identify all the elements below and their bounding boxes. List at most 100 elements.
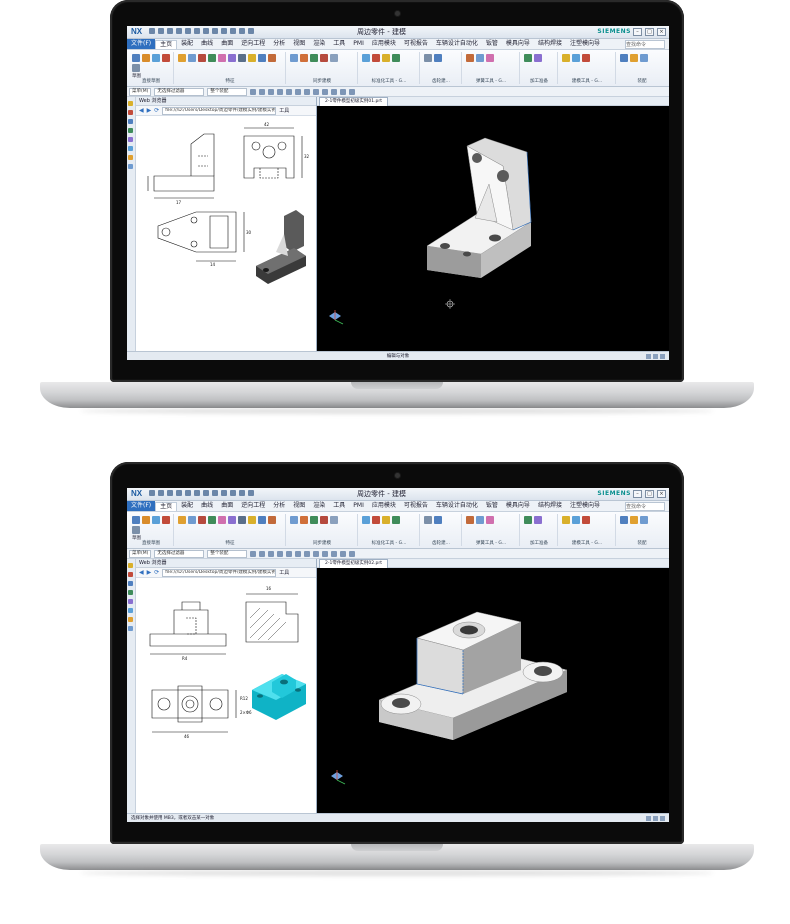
snap-icon[interactable] <box>304 550 311 557</box>
pattern-icon[interactable] <box>198 516 206 524</box>
stock-icon[interactable] <box>524 54 532 62</box>
unite-icon[interactable] <box>208 54 216 62</box>
tab-reverse-engineering[interactable]: 逆向工程 <box>237 501 269 511</box>
tab-assembly[interactable]: 装配 <box>177 39 197 49</box>
trim-icon[interactable] <box>268 54 276 62</box>
tab-surface[interactable]: 曲面 <box>217 39 237 49</box>
tab-view[interactable]: 视图 <box>289 501 309 511</box>
tab-analysis[interactable]: 分析 <box>269 39 289 49</box>
tab-analysis[interactable]: 分析 <box>269 501 289 511</box>
blank-icon[interactable] <box>534 54 542 62</box>
part-tab[interactable]: 2-1零件模型初级实例02.prt <box>319 559 388 568</box>
tab-surface[interactable]: 曲面 <box>217 501 237 511</box>
system-scenes-icon[interactable] <box>128 626 133 631</box>
point-icon[interactable] <box>132 64 140 72</box>
system-scenes-icon[interactable] <box>128 164 133 169</box>
mirror-icon[interactable] <box>582 54 590 62</box>
snap-icon[interactable] <box>340 88 347 95</box>
extrude-icon[interactable] <box>178 54 186 62</box>
snap-icon[interactable] <box>268 88 275 95</box>
constraint-navigator-icon[interactable] <box>128 110 133 115</box>
forward-icon[interactable]: ▶ <box>147 106 152 115</box>
snap-icon[interactable] <box>349 88 356 95</box>
replace-face-icon[interactable] <box>310 54 318 62</box>
draft-icon[interactable] <box>238 516 246 524</box>
assembly-navigator-icon[interactable] <box>128 563 133 568</box>
gear-mesh-icon[interactable] <box>434 516 442 524</box>
tab-tools[interactable]: 工具 <box>329 39 349 49</box>
washer-icon[interactable] <box>382 54 390 62</box>
url-field[interactable]: file:///D:/Users/Desktop/周边零件/建模实例/建模实例0… <box>162 568 277 577</box>
washer-icon[interactable] <box>382 516 390 524</box>
chamfer-icon[interactable] <box>228 516 236 524</box>
curve-icon[interactable] <box>142 54 150 62</box>
tab-visual-report[interactable]: 可视报告 <box>400 39 432 49</box>
spring-icon[interactable] <box>466 516 474 524</box>
unite-icon[interactable] <box>208 516 216 524</box>
tab-injection-mold[interactable]: 注塑模向导 <box>566 501 604 511</box>
snap-icon[interactable] <box>277 88 284 95</box>
pattern-icon[interactable] <box>198 54 206 62</box>
edge-blend-icon[interactable] <box>218 516 226 524</box>
close-button[interactable]: × <box>657 28 666 36</box>
datum-icon[interactable] <box>258 516 266 524</box>
graphics-viewport[interactable] <box>317 106 669 351</box>
sketch-icon[interactable] <box>132 516 140 524</box>
more-icon[interactable] <box>330 516 338 524</box>
tab-curve[interactable]: 曲线 <box>197 39 217 49</box>
offset-region-icon[interactable] <box>300 54 308 62</box>
shell-icon[interactable] <box>248 516 256 524</box>
part-navigator-icon[interactable] <box>128 119 133 124</box>
add-component-icon[interactable] <box>620 516 628 524</box>
tools-menu[interactable]: 工具 <box>279 569 289 576</box>
web-browser-icon[interactable] <box>128 608 133 613</box>
back-icon[interactable]: ◀ <box>139 568 144 577</box>
menu-dropdown[interactable]: 菜单(M) <box>129 549 152 558</box>
refresh-icon[interactable]: ⟳ <box>154 106 159 115</box>
point-icon[interactable] <box>132 526 140 534</box>
nut-icon[interactable] <box>372 54 380 62</box>
hole-icon[interactable] <box>188 54 196 62</box>
menu-file[interactable]: 文件(F) <box>127 501 156 511</box>
tab-application[interactable]: 应用模块 <box>368 39 400 49</box>
delete-face-icon[interactable] <box>320 516 328 524</box>
draft-icon[interactable] <box>238 54 246 62</box>
snap-icon[interactable] <box>349 550 356 557</box>
pin-icon[interactable] <box>392 54 400 62</box>
trim-icon[interactable] <box>268 516 276 524</box>
command-search-input[interactable]: 查找命令 <box>625 40 665 49</box>
minimize-button[interactable]: – <box>633 490 642 498</box>
tab-sheet-tube[interactable]: 钣管 <box>482 39 502 49</box>
tab-pmi[interactable]: PMI <box>349 501 368 511</box>
pin-icon[interactable] <box>392 516 400 524</box>
snap-icon[interactable] <box>322 550 329 557</box>
back-icon[interactable]: ◀ <box>139 106 144 115</box>
arc-icon[interactable] <box>162 516 170 524</box>
chamfer-icon[interactable] <box>228 54 236 62</box>
snap-icon[interactable] <box>286 550 293 557</box>
refresh-icon[interactable]: ⟳ <box>154 568 159 577</box>
delete-face-icon[interactable] <box>320 54 328 62</box>
datum-icon[interactable] <box>258 54 266 62</box>
snap-icon[interactable] <box>250 88 257 95</box>
menu-dropdown[interactable]: 菜单(M) <box>129 87 152 96</box>
tab-vehicle-design[interactable]: 车辆设计自动化 <box>432 501 482 511</box>
reuse-library-icon[interactable] <box>128 590 133 595</box>
tab-sheet-tube[interactable]: 钣管 <box>482 501 502 511</box>
add-component-icon[interactable] <box>620 54 628 62</box>
type-filter-select[interactable]: 无选择过滤器 <box>154 87 205 96</box>
tab-assembly[interactable]: 装配 <box>177 501 197 511</box>
scope-select[interactable]: 整个装配 <box>207 549 248 558</box>
measure-icon[interactable] <box>562 516 570 524</box>
shell-icon[interactable] <box>248 54 256 62</box>
snap-icon[interactable] <box>340 550 347 557</box>
snap-icon[interactable] <box>313 550 320 557</box>
snap-icon[interactable] <box>250 550 257 557</box>
tab-render[interactable]: 渲染 <box>309 39 329 49</box>
measure-icon[interactable] <box>562 54 570 62</box>
line-icon[interactable] <box>152 54 160 62</box>
snap-icon[interactable] <box>259 550 266 557</box>
snap-icon[interactable] <box>322 88 329 95</box>
spring-icon[interactable] <box>466 54 474 62</box>
web-browser-icon[interactable] <box>128 146 133 151</box>
